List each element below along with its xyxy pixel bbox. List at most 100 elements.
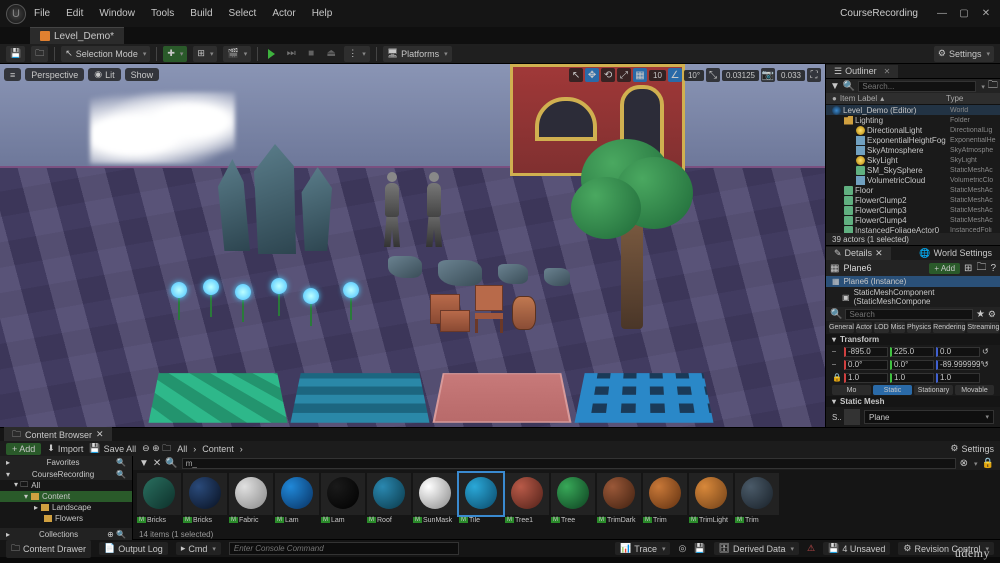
outliner-row[interactable]: ExponentialHeightFogExponentialHe xyxy=(826,135,1000,145)
perspective-dropdown[interactable]: Perspective xyxy=(25,68,84,81)
menu-help[interactable]: Help xyxy=(304,8,341,19)
snap-angle-value[interactable]: 10° xyxy=(684,70,704,81)
component-child[interactable]: ▣ StaticMeshComponent (StaticMeshCompone xyxy=(826,287,1000,307)
menu-window[interactable]: Window xyxy=(91,8,143,19)
filter-physics[interactable]: Physics xyxy=(907,322,931,333)
loc-x[interactable]: -895.0 xyxy=(844,347,888,357)
cb-settings-button[interactable]: Settings xyxy=(950,443,994,454)
outliner-row[interactable]: SM_SkySphereStaticMeshAc xyxy=(826,165,1000,175)
filter-rendering[interactable]: Rendering xyxy=(933,322,965,333)
column-item-label[interactable]: ● Item Label ▴ xyxy=(832,94,946,103)
component-root[interactable]: ▦ Plane6 (Instance) xyxy=(826,276,1000,287)
import-button[interactable]: ⬇ Import xyxy=(47,443,83,454)
mobility-mo[interactable]: Mo xyxy=(832,385,871,395)
snap-grid-value[interactable]: 10 xyxy=(649,70,666,81)
outliner-row[interactable]: LightingFolder xyxy=(826,115,1000,125)
favorite-icon[interactable]: ★ xyxy=(976,309,985,320)
outliner-row[interactable]: FlowerClump4StaticMeshAc xyxy=(826,215,1000,225)
filter-icon[interactable]: ▼ xyxy=(830,81,840,92)
stop-button[interactable]: ■ xyxy=(304,47,318,61)
outliner-row[interactable]: VolumetricCloudVolumetricClo xyxy=(826,175,1000,185)
select-tool[interactable]: ↖ xyxy=(569,68,583,82)
rot-y[interactable]: 0.0° xyxy=(890,360,934,370)
viewport-options[interactable]: ≡ xyxy=(4,68,21,81)
filter-actor[interactable]: Actor xyxy=(856,322,872,333)
filter-general[interactable]: General xyxy=(829,322,854,333)
asset-thumbnail[interactable]: MTrimDark xyxy=(597,473,641,525)
outliner-row[interactable]: Level_Demo (Editor)World xyxy=(826,105,1000,115)
asset-thumbnail[interactable]: MTrim xyxy=(643,473,687,525)
mobility-static[interactable]: Static xyxy=(873,385,912,395)
rotate-tool[interactable]: ⟲ xyxy=(601,68,615,82)
trace-button[interactable]: 📊 Trace xyxy=(615,542,670,555)
browse-button[interactable]: 🗀 xyxy=(31,46,48,62)
filter-icon[interactable]: ▼ xyxy=(139,458,149,469)
browse-icon[interactable]: 🗀 xyxy=(976,260,986,277)
outliner-tree[interactable]: Level_Demo (Editor)WorldLightingFolderDi… xyxy=(826,105,1000,233)
tree-landscape[interactable]: ▸ Landscape xyxy=(0,502,132,513)
asset-thumbnail[interactable]: MTree xyxy=(551,473,595,525)
blueprint-button[interactable]: ⊞ xyxy=(193,46,217,62)
step-button[interactable]: ⏭ xyxy=(284,47,298,61)
static-mesh-selector[interactable]: Plane xyxy=(864,410,994,424)
camera-speed-icon[interactable]: 📷 xyxy=(761,68,775,82)
minimize-button[interactable]: — xyxy=(934,6,950,22)
asset-thumbnail[interactable]: MBricks xyxy=(137,473,181,525)
close-icon[interactable]: ✕ xyxy=(884,67,891,76)
menu-edit[interactable]: Edit xyxy=(58,8,91,19)
clear-icon[interactable]: ✕ xyxy=(153,458,161,469)
asset-thumbnail[interactable]: MLam xyxy=(321,473,365,525)
asset-thumbnail[interactable]: MSunMask xyxy=(413,473,457,525)
static-mesh-thumb[interactable] xyxy=(844,409,860,425)
tree-all[interactable]: ▾ 🗀 All xyxy=(0,480,132,491)
eject-button[interactable]: ⏏ xyxy=(324,47,338,61)
outliner-row[interactable]: InstancedFoliageActor0InstancedFoli xyxy=(826,225,1000,233)
save-all-button[interactable]: 💾 Save All xyxy=(89,443,136,454)
output-log-button[interactable]: 📄 Output Log xyxy=(99,542,168,555)
component-tree[interactable]: ▦ Plane6 (Instance) ▣ StaticMeshComponen… xyxy=(826,276,1000,307)
outliner-row[interactable]: FlowerClump2StaticMeshAc xyxy=(826,195,1000,205)
lit-dropdown[interactable]: ◉ Lit xyxy=(88,68,120,81)
outliner-search[interactable] xyxy=(858,81,976,92)
scl-z[interactable]: 1.0 xyxy=(936,373,980,383)
details-settings[interactable] xyxy=(988,309,996,320)
snap-scale-toggle[interactable]: ⤡ xyxy=(706,68,720,82)
cinematics-button[interactable]: 🎬 xyxy=(223,46,251,62)
console-input[interactable] xyxy=(229,542,459,555)
add-actor-button[interactable]: ✚ xyxy=(163,46,187,62)
tree-flowers[interactable]: Flowers xyxy=(0,513,132,524)
component-icon[interactable]: ⊞ xyxy=(964,263,972,274)
filter-streaming[interactable]: Streaming xyxy=(967,322,999,333)
asset-thumbnail[interactable]: MBricks xyxy=(183,473,227,525)
outliner-row[interactable]: DirectionalLightDirectionalLig xyxy=(826,125,1000,135)
outliner-tab[interactable]: ☰ Outliner✕ xyxy=(826,65,898,78)
menu-tools[interactable]: Tools xyxy=(143,8,182,19)
category-static-mesh[interactable]: ▾ Static Mesh xyxy=(826,396,1000,407)
settings-dropdown[interactable]: Settings xyxy=(934,46,994,62)
details-tab[interactable]: ✎ Details✕ xyxy=(826,247,891,260)
snap-scale-value[interactable]: 0.03125 xyxy=(722,70,759,81)
clear-filter-icon[interactable]: ⊗ xyxy=(960,458,968,469)
snap-grid-toggle[interactable]: ▦ xyxy=(633,68,647,82)
scl-x[interactable]: 1.0 xyxy=(844,373,888,383)
menu-file[interactable]: File xyxy=(26,8,58,19)
save-button[interactable]: 💾 xyxy=(6,46,25,62)
add-asset-button[interactable]: + Add xyxy=(6,443,41,455)
folder-icon[interactable]: 🗀 xyxy=(988,78,998,95)
filter-misc[interactable]: Misc xyxy=(891,322,905,333)
mobility-movable[interactable]: Movable xyxy=(955,385,994,395)
show-dropdown[interactable]: Show xyxy=(125,68,160,81)
world-settings-tab[interactable]: 🌐 World Settings xyxy=(911,247,1000,260)
outliner-row[interactable]: FlowerClump3StaticMeshAc xyxy=(826,205,1000,215)
reset-icon[interactable]: ↺ xyxy=(982,360,989,369)
viewport-maximize[interactable]: ⛶ xyxy=(807,68,821,82)
asset-thumbnail[interactable]: MTrimLight xyxy=(689,473,733,525)
outliner-row[interactable]: FloorStaticMeshAc xyxy=(826,185,1000,195)
tree-content[interactable]: ▾ Content xyxy=(0,491,132,502)
asset-thumbnail[interactable]: MLam xyxy=(275,473,319,525)
selection-mode-dropdown[interactable]: ↖ Selection Mode xyxy=(61,46,150,62)
asset-thumbnail[interactable]: MRoof xyxy=(367,473,411,525)
asset-thumbnail[interactable]: MTile xyxy=(459,473,503,525)
camera-speed-value[interactable]: 0.033 xyxy=(777,70,805,81)
scl-y[interactable]: 1.0 xyxy=(890,373,934,383)
